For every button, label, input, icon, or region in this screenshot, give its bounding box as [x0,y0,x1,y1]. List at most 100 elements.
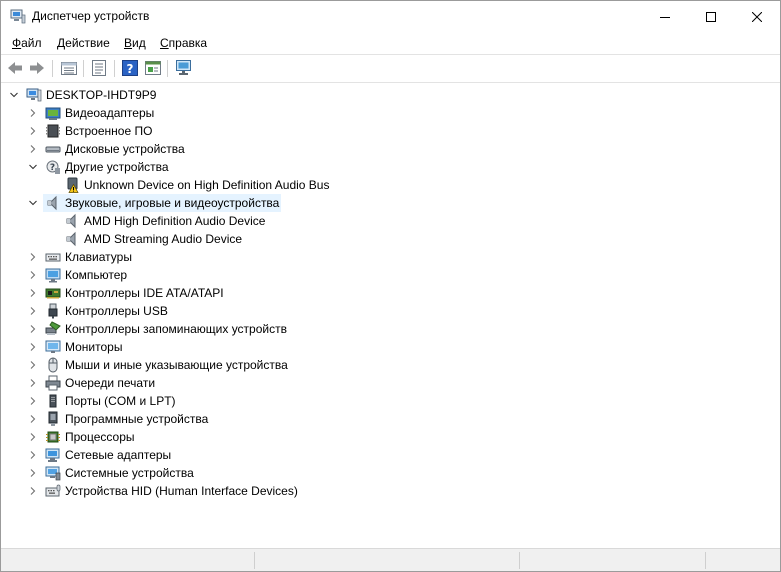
expand-chevron-icon[interactable] [29,451,37,459]
tree-device-item[interactable]: AMD Streaming Audio Device [1,230,780,248]
forward-icon[interactable] [28,59,46,77]
menu-help[interactable]: Справка [160,36,207,50]
menu-action[interactable]: Действие [57,36,110,50]
speaker-icon [66,213,76,229]
scan-hardware-icon[interactable] [175,59,193,77]
tree-node-label: Встроенное ПО [65,124,153,138]
tree-node-label: Программные устройства [65,412,209,426]
menu-help-label: правка [168,36,208,50]
expand-chevron-icon[interactable] [29,127,37,135]
menu-view-label: ид [132,36,146,50]
firmware-icon [46,124,60,138]
expand-chevron-icon[interactable] [29,325,37,333]
tree-device-item[interactable]: Unknown Device on High Definition Audio … [1,176,780,194]
collapse-chevron-icon[interactable] [29,199,37,207]
toolbar-separator [83,60,84,77]
tree-category-item[interactable]: Мыши и иные указывающие устройства [1,356,780,374]
tree-node-label: Клавиатуры [65,250,132,264]
back-icon[interactable] [6,59,24,77]
toolbar-separator [114,60,115,77]
tree-node-label: Unknown Device on High Definition Audio … [84,178,330,192]
expand-chevron-icon[interactable] [29,343,37,351]
tree-node-label: Процессоры [65,430,135,444]
expand-chevron-icon[interactable] [29,433,37,441]
tree-category-item[interactable]: Контроллеры запоминающих устройств [1,320,780,338]
expand-chevron-icon[interactable] [29,379,37,387]
resources-view-icon[interactable] [144,59,162,77]
warning-device-icon [67,177,79,193]
expand-chevron-icon[interactable] [29,253,37,261]
usb-icon [48,303,58,319]
maximize-button[interactable] [688,1,734,32]
tree-node-label: AMD High Definition Audio Device [84,214,266,228]
speaker-icon [66,231,76,247]
tree-node-label: Очереди печати [65,376,156,390]
tree-node-label: Звуковые, игровые и видеоустройства [65,196,280,210]
collapse-chevron-icon[interactable] [29,163,37,171]
tree-category-item[interactable]: Компьютер [1,266,780,284]
tree-category-item[interactable]: Сетевые адаптеры [1,446,780,464]
expand-chevron-icon[interactable] [29,487,37,495]
tree-node-label: Устройства HID (Human Interface Devices) [65,484,298,498]
network-adapter-icon [45,448,60,462]
tree-node-label: Контроллеры USB [65,304,168,318]
tree-category-item[interactable]: Дисковые устройства [1,140,780,158]
tree-category-item[interactable]: Контроллеры USB [1,302,780,320]
minimize-button[interactable] [642,1,688,32]
expand-chevron-icon[interactable] [29,109,37,117]
expand-chevron-icon[interactable] [29,271,37,279]
tree-node-label: Порты (COM и LPT) [65,394,176,408]
tree-category-item[interactable]: Системные устройства [1,464,780,482]
tree-category-item[interactable]: Звуковые, игровые и видеоустройства [1,194,780,212]
menu-file[interactable]: Файл [12,36,42,50]
properties-list-icon[interactable] [60,59,78,77]
menu-action-label: ействие [65,36,110,50]
expand-chevron-icon[interactable] [29,415,37,423]
tree-node-label: Сетевые адаптеры [65,448,172,462]
expand-chevron-icon[interactable] [29,361,37,369]
tree-category-item[interactable]: Контроллеры IDE ATA/ATAPI [1,284,780,302]
disk-drive-icon [45,146,61,153]
device-tree: DESKTOP-IHDT9P9 Видеоадаптеры Встроенное П… [1,84,780,546]
tree-category-item[interactable]: Встроенное ПО [1,122,780,140]
printer-icon [45,375,61,391]
system-device-icon [45,466,61,481]
ide-controller-icon [45,288,61,299]
close-button[interactable] [734,1,780,32]
tree-category-item[interactable]: Устройства HID (Human Interface Devices) [1,482,780,500]
tree-node-label: Мониторы [65,340,123,354]
status-bar [1,548,780,571]
expand-chevron-icon[interactable] [29,145,37,153]
expand-chevron-icon[interactable] [29,289,37,297]
expand-chevron-icon[interactable] [29,307,37,315]
tree-category-item[interactable]: Мониторы [1,338,780,356]
menu-view[interactable]: Вид [124,36,146,50]
expand-chevron-icon[interactable] [29,469,37,477]
collapse-chevron-icon[interactable] [10,91,18,99]
svg-text:?: ? [50,163,55,173]
tree-root-computer[interactable]: DESKTOP-IHDT9P9 [1,86,780,104]
device-view-icon[interactable] [90,59,108,77]
tree-category-item[interactable]: ? Другие устройства [1,158,780,176]
window-title: Диспетчер устройств [32,9,150,23]
display-adapter-icon [45,107,61,120]
tree-node-label: DESKTOP-IHDT9P9 [46,88,157,102]
tree-category-item[interactable]: Порты (COM и LPT) [1,392,780,410]
keyboard-icon [45,253,61,262]
tree-node-label: Системные устройства [65,466,194,480]
device-manager-app-icon [10,9,26,24]
expand-chevron-icon[interactable] [29,397,37,405]
tree-device-item[interactable]: AMD High Definition Audio Device [1,212,780,230]
tree-category-item[interactable]: Процессоры [1,428,780,446]
help-icon[interactable]: ? [121,59,139,77]
tree-category-item[interactable]: Клавиатуры [1,248,780,266]
menu-bar: Файл Действие Вид Справка [1,32,780,53]
unknown-device-icon: ? [46,160,60,174]
menu-file-label: айл [21,36,42,50]
tree-category-item[interactable]: Программные устройства [1,410,780,428]
tree-node-label: Контроллеры запоминающих устройств [65,322,287,336]
tree-node-label: Другие устройства [65,160,169,174]
menu-help-accel: С [160,36,169,50]
tree-category-item[interactable]: Очереди печати [1,374,780,392]
tree-category-item[interactable]: Видеоадаптеры [1,104,780,122]
